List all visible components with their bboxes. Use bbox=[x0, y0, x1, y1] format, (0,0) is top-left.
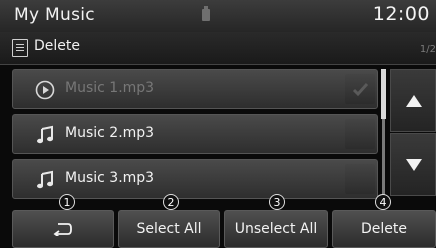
clock: 12:00 bbox=[372, 3, 430, 25]
list-item-label: Music 2.mp3 bbox=[65, 125, 155, 141]
select-all-button[interactable]: Select All bbox=[118, 210, 220, 248]
music-note-icon bbox=[35, 170, 55, 190]
status-bar: My Music 12:00 bbox=[0, 0, 436, 32]
scroll-up-button[interactable] bbox=[390, 69, 436, 132]
checkbox[interactable] bbox=[345, 164, 375, 194]
list-item[interactable]: Music 3.mp3 bbox=[12, 159, 378, 199]
mode-header: Delete 1/2 bbox=[0, 32, 436, 65]
mode-label: Delete bbox=[34, 38, 80, 54]
back-button[interactable] bbox=[12, 210, 114, 248]
callout-1: 1 bbox=[59, 194, 75, 210]
page-title: My Music bbox=[14, 5, 95, 25]
page-indicator: 1/2 bbox=[419, 44, 436, 55]
unselect-all-button[interactable]: Unselect All bbox=[224, 210, 328, 248]
list-item-label: Music 3.mp3 bbox=[65, 170, 155, 186]
list-item[interactable]: Music 2.mp3 bbox=[12, 114, 378, 154]
scrollbar-thumb[interactable] bbox=[381, 69, 386, 119]
music-note-icon bbox=[35, 125, 55, 145]
bottom-button-bar: Select All Unselect All Delete bbox=[0, 210, 436, 248]
list-item[interactable]: Music 1.mp3 bbox=[12, 69, 378, 109]
callout-4: 4 bbox=[375, 194, 391, 210]
play-circle-icon bbox=[35, 80, 55, 100]
scroll-down-button[interactable] bbox=[390, 133, 436, 196]
checkbox[interactable] bbox=[345, 74, 375, 104]
callout-2: 2 bbox=[163, 194, 179, 210]
checkbox[interactable] bbox=[345, 119, 375, 149]
return-arrow-icon bbox=[53, 221, 73, 238]
callout-3: 3 bbox=[269, 194, 285, 210]
list-menu-icon bbox=[12, 39, 28, 57]
list-item-label: Music 1.mp3 bbox=[65, 80, 155, 96]
delete-button[interactable]: Delete bbox=[332, 210, 436, 248]
music-list: Music 1.mp3 Music 2.mp3 Music 3.mp3 bbox=[12, 69, 378, 204]
usb-icon bbox=[202, 6, 210, 21]
